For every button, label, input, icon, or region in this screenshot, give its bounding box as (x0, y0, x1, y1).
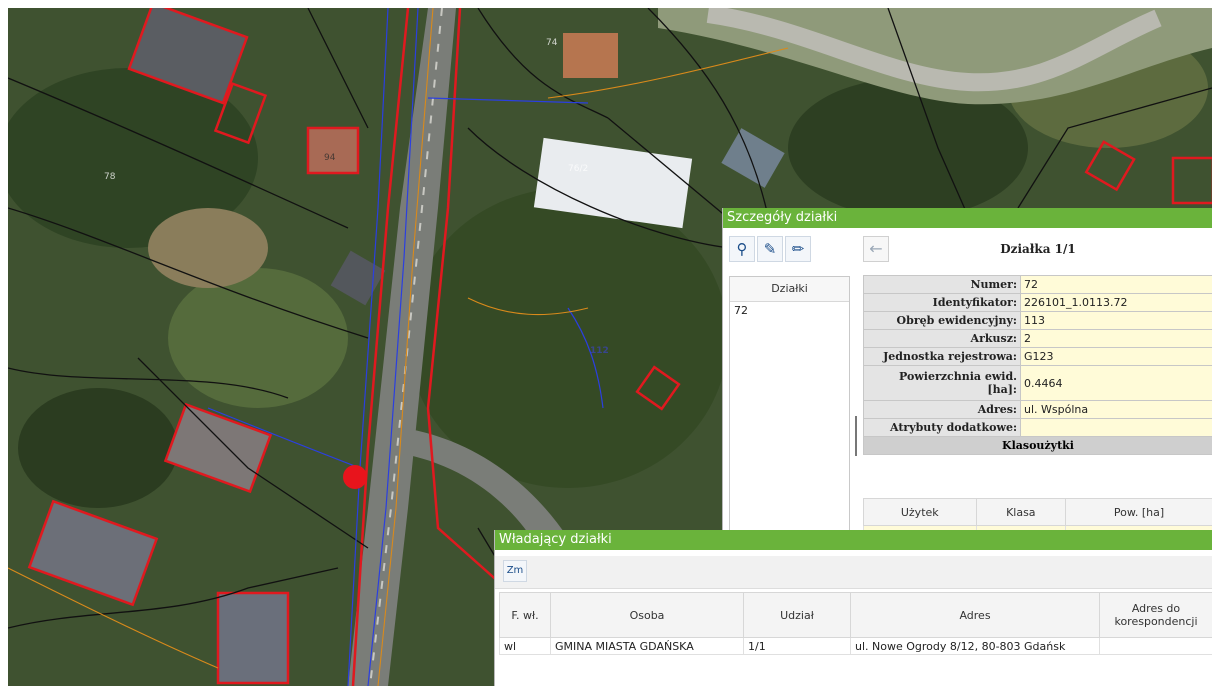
table-row[interactable]: wl GMINA MIASTA GDAŃSKA 1/1 ul. Nowe Ogr… (499, 637, 1212, 655)
table-row: Powierzchnia ewid. [ha]: 0.4464 (863, 365, 1212, 401)
parcel-number-label: 76/2 (568, 164, 589, 174)
column-header[interactable]: Adres do korespondencji (1099, 592, 1212, 638)
table-cell (1099, 637, 1212, 655)
table-row: Atrybuty dodatkowe: (863, 418, 1212, 437)
column-header[interactable]: Adres (850, 592, 1100, 638)
list-item[interactable]: 72 (730, 302, 849, 319)
attr-value: 72 (1020, 275, 1212, 294)
attr-value: 2 (1020, 329, 1212, 348)
attr-label: Adres: (863, 400, 1021, 419)
table-row: Arkusz: 2 (863, 329, 1212, 348)
parcel-details-panel: Szczegóły działki ⚲ ✎ ✏ Działki 72 ← Dzi… (722, 208, 1212, 548)
parcel-list: Działki 72 (729, 276, 850, 548)
table-cell: 1/1 (743, 637, 851, 655)
attr-label: Obręb ewidencyjny: (863, 311, 1021, 330)
section-row: Klasoużytki (863, 436, 1212, 455)
attr-label: Numer: (863, 275, 1021, 294)
attr-label: Atrybuty dodatkowe: (863, 418, 1021, 437)
attr-value: 226101_1.0113.72 (1020, 293, 1212, 312)
parcel-number-label: 78 (104, 172, 116, 182)
owners-table: F. wł. Osoba Udział Adres Adres do kores… (499, 592, 1212, 655)
table-cell: GMINA MIASTA GDAŃSKA (550, 637, 744, 655)
column-header[interactable]: Osoba (550, 592, 744, 638)
table-header-row: F. wł. Osoba Udział Adres Adres do kores… (499, 592, 1212, 638)
changes-button[interactable]: Zm (503, 560, 527, 582)
owners-toolbar (495, 556, 1212, 589)
attr-value: 113 (1020, 311, 1212, 330)
column-header[interactable]: Pow. [ha] (1065, 498, 1212, 526)
panel-title: Szczegóły działki (723, 208, 1212, 228)
attr-label: Jednostka rejestrowa: (863, 347, 1021, 366)
list-header: Działki (730, 277, 849, 302)
attr-label: Powierzchnia ewid. [ha]: (863, 365, 1021, 401)
attr-value: 0.4464 (1020, 365, 1212, 401)
section-title: Klasoużytki (863, 436, 1212, 455)
panel-title: Władający działki (495, 530, 1212, 550)
edit-square-icon: ✎ (763, 240, 777, 258)
table-row: Numer: 72 (863, 275, 1212, 294)
attr-value (1020, 418, 1212, 437)
details-toolbar: ⚲ ✎ ✏ (729, 236, 859, 264)
attr-value: G123 (1020, 347, 1212, 366)
parcel-attributes-table: Numer: 72 Identyfikator: 226101_1.0113.72 … (863, 275, 1212, 455)
parcel-number-label: 74 (546, 38, 558, 48)
attr-label: Arkusz: (863, 329, 1021, 348)
table-row: Identyfikator: 226101_1.0113.72 (863, 293, 1212, 312)
column-header[interactable]: Udział (743, 592, 851, 638)
parcel-heading: Działka 1/1 (1000, 242, 1076, 256)
person-search-icon: ⚲ (736, 240, 748, 258)
pencil-icon: ✏ (791, 240, 805, 258)
panel-splitter[interactable] (855, 416, 857, 456)
attr-value: ul. Wspólna (1020, 400, 1212, 419)
column-header[interactable]: Użytek (863, 498, 977, 526)
table-cell: wl (499, 637, 551, 655)
owner-search-button[interactable]: ⚲ (729, 236, 755, 262)
owners-panel: Władający działki Zm F. wł. Osoba Udział… (494, 530, 1212, 686)
column-header[interactable]: Klasa (975, 498, 1067, 526)
table-cell: ul. Nowe Ogrody 8/12, 80-803 Gdańsk (850, 637, 1100, 655)
table-row: Adres: ul. Wspólna (863, 400, 1212, 419)
location-marker[interactable] (343, 465, 367, 489)
attr-label: Identyfikator: (863, 293, 1021, 312)
table-row: Obręb ewidencyjny: 113 (863, 311, 1212, 330)
parcel-number-label: 112 (590, 346, 609, 356)
column-header[interactable]: F. wł. (499, 592, 551, 638)
edit-form-button[interactable]: ✎ (757, 236, 783, 262)
table-row: Jednostka rejestrowa: G123 (863, 347, 1212, 366)
parcel-number-label: 94 (324, 153, 336, 163)
draw-button[interactable]: ✏ (785, 236, 811, 262)
table-header-row: Użytek Klasa Pow. [ha] (863, 498, 1212, 526)
